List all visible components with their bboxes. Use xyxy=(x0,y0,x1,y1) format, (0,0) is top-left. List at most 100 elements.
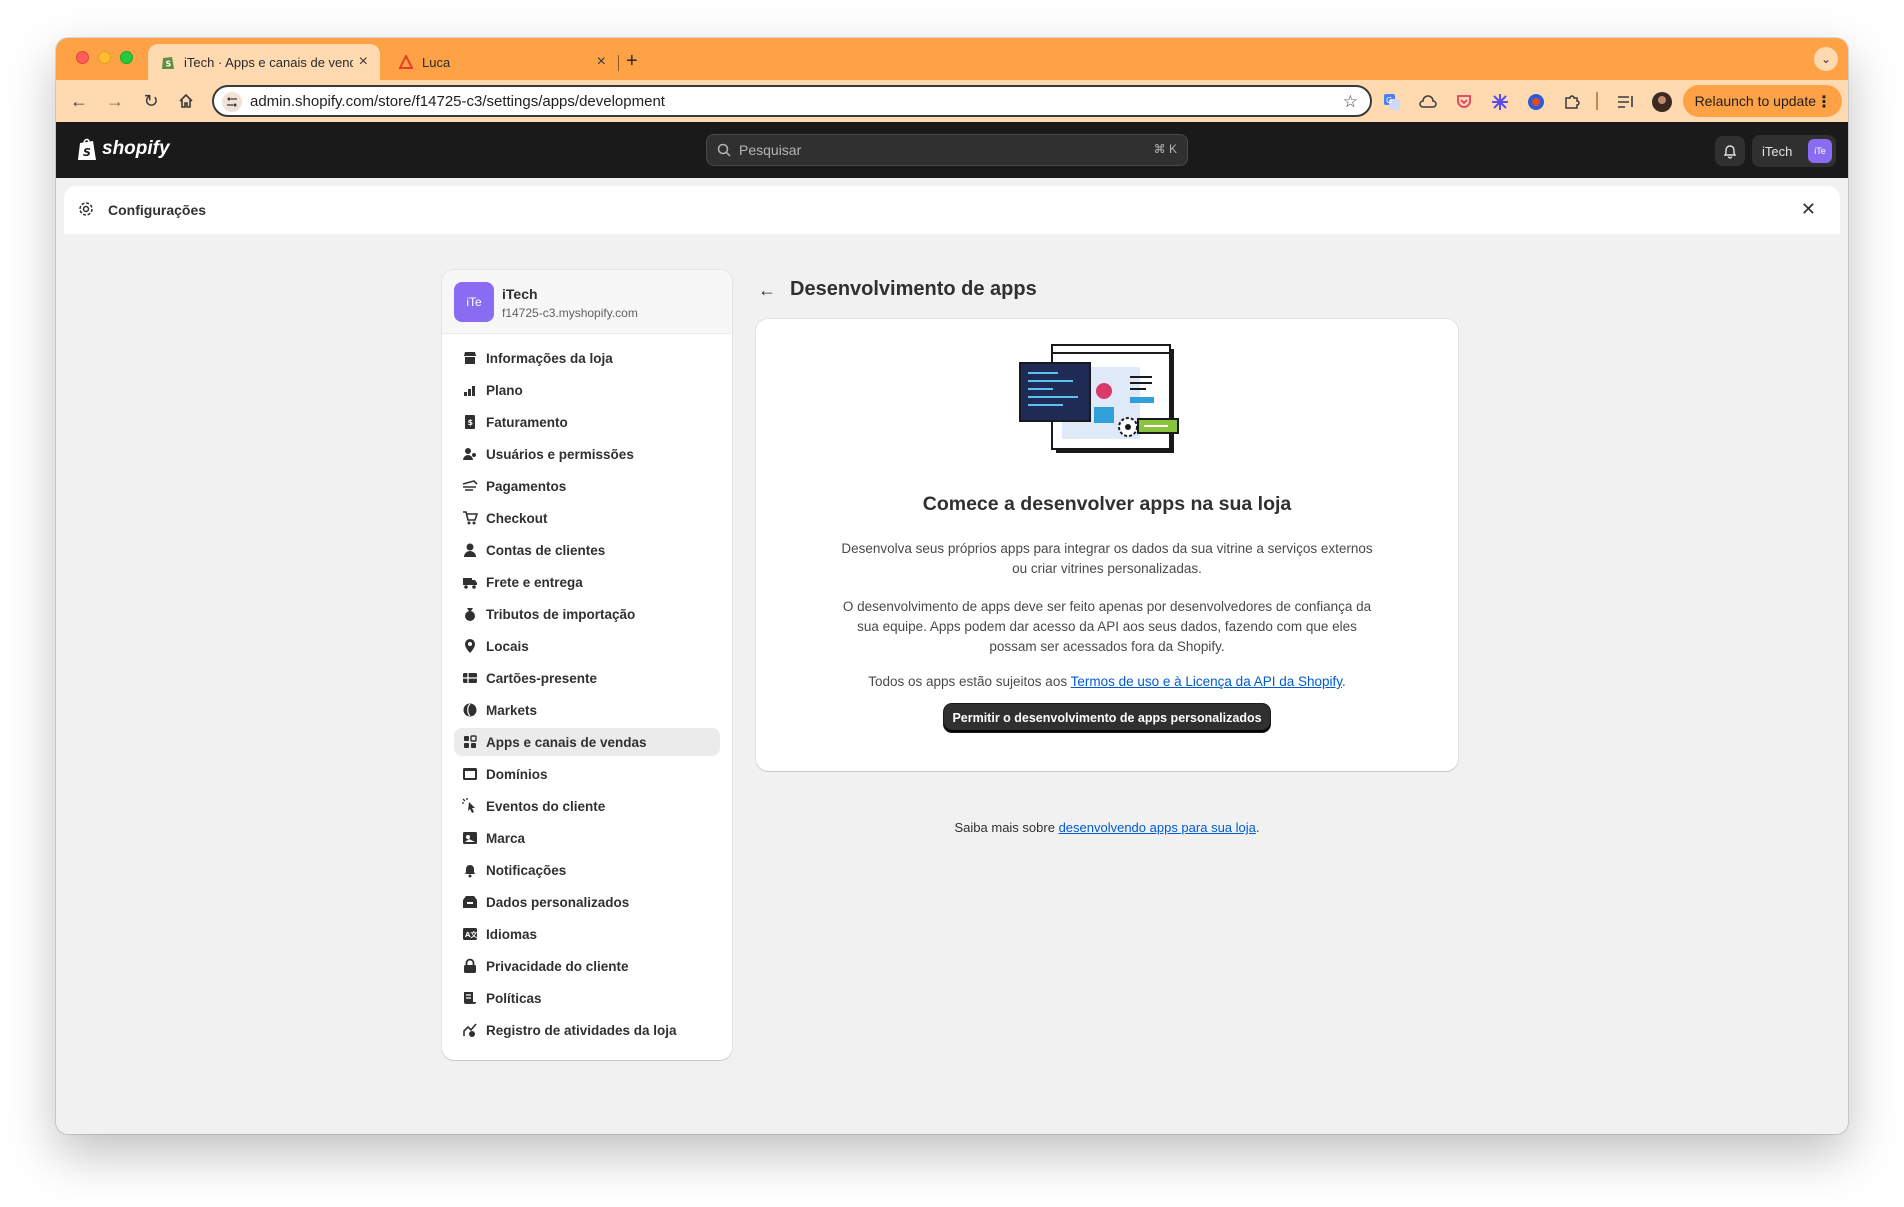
search-shortcut: ⌘ K xyxy=(1153,142,1177,156)
sidebar-item-dados-personalizados[interactable]: Dados personalizados xyxy=(454,888,720,916)
close-tab-icon[interactable]: × xyxy=(597,53,606,71)
sidebar-item-tributos-de-importacao[interactable]: Tributos de importação xyxy=(454,600,720,628)
search-icon xyxy=(717,143,731,160)
forward-icon[interactable]: → xyxy=(104,90,126,112)
toolbar-divider xyxy=(1596,92,1598,110)
tab-title: Luca xyxy=(422,54,451,70)
sidebar-item-frete-e-entrega[interactable]: Frete e entrega xyxy=(454,568,720,596)
terms-link[interactable]: Termos de uso e à Licença da API da Shop… xyxy=(1071,674,1342,689)
bell-icon xyxy=(462,862,478,878)
store-menu-label: iTech xyxy=(1762,143,1793,159)
luca-favicon-icon xyxy=(398,54,414,70)
allow-custom-app-development-button[interactable]: Permitir o desenvolvimento de apps perso… xyxy=(944,704,1270,732)
sidebar-item-label: Faturamento xyxy=(486,414,568,430)
sidebar-item-cartoes-presente[interactable]: Cartões-presente xyxy=(454,664,720,692)
tab-luca[interactable]: Luca × xyxy=(386,44,618,80)
pocket-icon[interactable] xyxy=(1454,92,1474,112)
tab-search-chevron-icon[interactable]: ⌄ xyxy=(1814,47,1838,71)
sidebar-item-label: Notificações xyxy=(486,862,567,878)
sidebar-item-pagamentos[interactable]: Pagamentos xyxy=(454,472,720,500)
home-icon[interactable] xyxy=(175,90,197,112)
page-title: Desenvolvimento de apps xyxy=(790,278,1037,300)
lock-icon xyxy=(462,958,478,974)
sidebar-item-apps-e-canais-de-vendas[interactable]: Apps e canais de vendas xyxy=(454,728,720,756)
apps-icon xyxy=(462,734,478,750)
store-menu-button[interactable]: iTech iTe xyxy=(1752,135,1836,167)
sidebar-item-marca[interactable]: Marca xyxy=(454,824,720,852)
maximize-window-button[interactable] xyxy=(120,51,133,64)
back-arrow-icon[interactable]: ← xyxy=(758,280,776,301)
money-bag-icon xyxy=(462,606,478,622)
close-icon[interactable]: ✕ xyxy=(1801,199,1816,220)
cloud-icon[interactable] xyxy=(1418,92,1438,112)
svg-text:S: S xyxy=(83,146,91,159)
store-card[interactable]: iTe iTech f14725-c3.myshopify.com xyxy=(442,270,732,334)
sidebar-item-label: Idiomas xyxy=(486,926,538,942)
profile-avatar[interactable] xyxy=(1652,92,1672,112)
shopify-logo-text: shopify xyxy=(102,138,170,159)
sidebar-item-privacidade-do-cliente[interactable]: Privacidade do cliente xyxy=(454,952,720,980)
person-icon xyxy=(462,542,478,558)
sidebar-item-idiomas[interactable]: A文 Idiomas xyxy=(454,920,720,948)
app-development-illustration xyxy=(1019,344,1179,453)
settings-title: Configurações xyxy=(108,202,207,218)
translate-icon[interactable]: G xyxy=(1382,92,1402,112)
svg-text:A文: A文 xyxy=(465,930,478,939)
minimize-window-button[interactable] xyxy=(98,51,111,64)
sidebar-item-label: Políticas xyxy=(486,990,542,1006)
globe-extension-icon[interactable] xyxy=(1526,92,1546,112)
sidebar-item-label: Cartões-presente xyxy=(486,670,598,686)
sidebar-item-politicas[interactable]: Políticas xyxy=(454,984,720,1012)
sidebar-item-faturamento[interactable]: $ Faturamento xyxy=(454,408,720,436)
sidebar-item-contas-de-clientes[interactable]: Contas de clientes xyxy=(454,536,720,564)
reload-icon[interactable]: ↻ xyxy=(140,90,162,112)
learn-more-link[interactable]: desenvolvendo apps para sua loja xyxy=(1059,820,1256,835)
gear-icon xyxy=(78,201,94,220)
site-settings-icon[interactable] xyxy=(222,92,242,112)
close-tab-icon[interactable]: × xyxy=(359,53,368,71)
sidebar-item-label: Usuários e permissões xyxy=(486,446,634,462)
data-icon xyxy=(462,894,478,910)
sidebar-item-label: Dados personalizados xyxy=(486,894,630,910)
cursor-icon xyxy=(462,798,478,814)
shopify-logo[interactable]: S shopify xyxy=(76,137,170,161)
svg-text:$: $ xyxy=(468,418,474,427)
sidebar-item-usuarios-e-permissoes[interactable]: Usuários e permissões xyxy=(454,440,720,468)
asterisk-extension-icon[interactable] xyxy=(1490,92,1510,112)
sidebar-item-notificacoes[interactable]: Notificações xyxy=(454,856,720,884)
domain-icon xyxy=(462,766,478,782)
sidebar-item-label: Apps e canais de vendas xyxy=(486,734,647,750)
sidebar-item-label: Locais xyxy=(486,638,529,654)
search-placeholder: Pesquisar xyxy=(739,142,802,158)
notifications-button[interactable] xyxy=(1715,136,1745,166)
search-input[interactable]: Pesquisar ⌘ K xyxy=(706,134,1188,166)
tab-itech[interactable]: S iTech · Apps e canais de vend × xyxy=(148,44,380,80)
more-menu-icon[interactable]: ⋮ xyxy=(1816,92,1832,112)
sidebar-item-label: Registro de atividades da loja xyxy=(486,1022,677,1038)
sidebar-item-label: Contas de clientes xyxy=(486,542,606,558)
sidebar-item-dominios[interactable]: Domínios xyxy=(454,760,720,788)
settings-modal: Configurações ✕ iTe iTech f14725-c3.mysh… xyxy=(64,186,1840,1134)
relaunch-button[interactable]: Relaunch to update ⋮ xyxy=(1682,85,1842,117)
tab-separator xyxy=(618,55,619,71)
sidebar-item-eventos-do-cliente[interactable]: Eventos do cliente xyxy=(454,792,720,820)
store-name: iTech xyxy=(502,286,538,302)
bookmark-star-icon[interactable]: ☆ xyxy=(1343,92,1358,112)
sidebar-item-informacoes-da-loja[interactable]: Informações da loja xyxy=(454,344,720,372)
sidebar-item-registro-de-atividades-da-loja[interactable]: Registro de atividades da loja xyxy=(454,1016,720,1044)
close-window-button[interactable] xyxy=(76,51,89,64)
reading-list-icon[interactable] xyxy=(1616,92,1636,112)
billing-icon: $ xyxy=(462,414,478,430)
back-icon[interactable]: ← xyxy=(68,90,90,112)
sidebar-item-locais[interactable]: Locais xyxy=(454,632,720,660)
extensions-puzzle-icon[interactable] xyxy=(1562,92,1582,112)
sidebar-item-plano[interactable]: Plano xyxy=(454,376,720,404)
learn-more-text: Saiba mais sobre desenvolvendo apps para… xyxy=(954,820,1260,835)
sidebar-item-label: Eventos do cliente xyxy=(486,798,606,814)
terms-text: Todos os apps estão sujeitos aos Termos … xyxy=(868,674,1346,689)
address-bar[interactable]: admin.shopify.com/store/f14725-c3/settin… xyxy=(212,85,1372,117)
sidebar-item-label: Plano xyxy=(486,382,523,398)
sidebar-item-checkout[interactable]: Checkout xyxy=(454,504,720,532)
sidebar-item-markets[interactable]: Markets xyxy=(454,696,720,724)
new-tab-icon[interactable]: + xyxy=(626,50,638,73)
